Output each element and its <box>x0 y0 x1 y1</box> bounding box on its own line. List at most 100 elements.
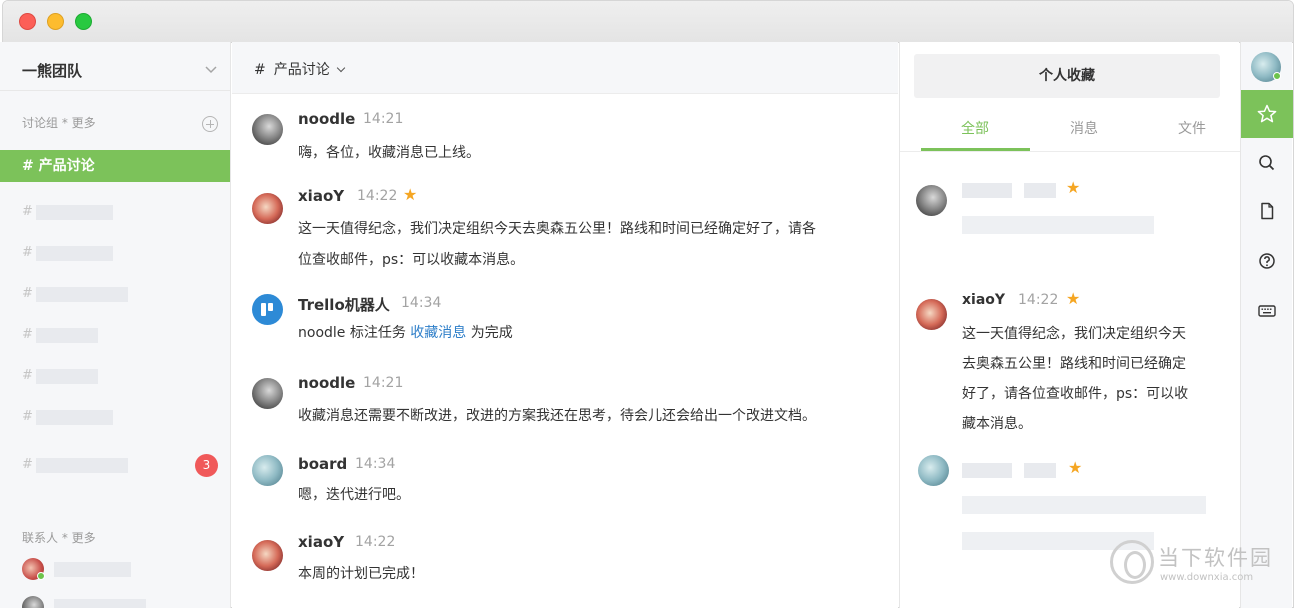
star-icon[interactable]: ★ <box>1066 178 1080 197</box>
placeholder-bar <box>962 183 1012 198</box>
channel-header: # 产品讨论 <box>232 42 898 94</box>
avatar[interactable] <box>916 299 947 330</box>
placeholder-bar <box>54 562 131 577</box>
hash-icon: # <box>22 327 33 342</box>
hash-icon: # <box>22 204 33 219</box>
close-window-button[interactable] <box>19 13 36 30</box>
favorite-time: 14:22 <box>1018 292 1059 308</box>
file-icon[interactable] <box>1257 201 1277 221</box>
tab-all[interactable]: 全部 <box>961 118 989 138</box>
unread-badge: 3 <box>195 454 218 477</box>
message-author[interactable]: Trello机器人 <box>298 294 390 315</box>
message-text-part: noodle 标注任务 <box>298 325 411 341</box>
favorites-panel: 个人收藏 全部 消息 文件 ★ xiaoY 14:22 ★ 这一天值得纪念，我们… <box>899 42 1240 608</box>
avatar[interactable] <box>252 540 283 571</box>
divider <box>900 151 1240 152</box>
message-text: 嗯，迭代进行吧。 <box>298 487 410 503</box>
favorites-rail-button[interactable] <box>1241 90 1293 138</box>
zoom-window-button[interactable] <box>75 13 92 30</box>
placeholder-bar <box>36 369 98 384</box>
right-rail <box>1240 42 1293 608</box>
message-time: 14:22 <box>357 188 398 204</box>
message-text: noodle 标注任务 收藏消息 为完成 <box>298 318 513 349</box>
favorite-text-line: 藏本消息。 <box>962 416 1032 432</box>
message-author[interactable]: xiaoY <box>298 533 344 551</box>
placeholder-bar <box>36 410 113 425</box>
message-text: 位查收邮件，ps：可以收藏本消息。 <box>298 252 525 268</box>
message-time: 14:21 <box>363 111 404 127</box>
groups-section-label[interactable]: 讨论组 * 更多 <box>22 114 96 131</box>
placeholder-bar <box>36 246 113 261</box>
favorite-author[interactable]: xiaoY <box>962 292 1005 308</box>
message-author[interactable]: noodle <box>298 110 355 128</box>
avatar[interactable] <box>916 185 947 216</box>
message-time: 14:34 <box>401 295 442 311</box>
sidebar: 一熊团队 讨论组 * 更多 # 产品讨论 # # # # # # # 3 联系人… <box>0 42 231 608</box>
hash-icon: # <box>22 368 33 383</box>
hash-icon: # <box>22 409 33 424</box>
favorite-text-line: 这一天值得纪念，我们决定组织今天 <box>962 326 1186 342</box>
favorite-text-line: 去奥森五公里！路线和时间已经确定 <box>962 356 1186 372</box>
placeholder-bar <box>36 287 128 302</box>
channel-title-text: 产品讨论 <box>273 62 330 78</box>
search-icon[interactable] <box>1257 153 1277 173</box>
star-icon[interactable]: ★ <box>403 185 417 204</box>
message-text: 这一天值得纪念，我们决定组织今天去奥森五公里！路线和时间已经确定好了，请各 <box>298 221 816 237</box>
placeholder-bar <box>1024 463 1056 478</box>
avatar[interactable] <box>252 193 283 224</box>
message-time: 14:22 <box>355 534 396 550</box>
placeholder-bar <box>1024 183 1056 198</box>
message-time: 14:34 <box>355 456 396 472</box>
hash-icon: # <box>22 457 33 472</box>
team-name[interactable]: 一熊团队 <box>22 60 82 81</box>
chevron-down-icon[interactable] <box>204 62 218 76</box>
placeholder-bar <box>36 458 128 473</box>
message-text: 收藏消息还需要不断改进，改进的方案我还在思考，待会儿还会给出一个改进文档。 <box>298 408 816 424</box>
avatar[interactable] <box>22 596 44 608</box>
trello-icon <box>261 303 274 316</box>
watermark-logo <box>1110 540 1154 584</box>
channel-title[interactable]: # 产品讨论 <box>254 59 345 79</box>
message-author[interactable]: xiaoY <box>298 187 344 205</box>
favorites-title-button[interactable]: 个人收藏 <box>914 54 1220 98</box>
star-icon[interactable]: ★ <box>1068 458 1082 477</box>
placeholder-bar <box>36 328 98 343</box>
help-icon[interactable] <box>1257 251 1277 271</box>
avatar[interactable] <box>252 455 283 486</box>
contacts-section-label[interactable]: 联系人 * 更多 <box>22 529 96 546</box>
sidebar-item-product-discussion[interactable]: # 产品讨论 <box>0 150 230 182</box>
online-status-dot <box>37 572 45 580</box>
avatar[interactable] <box>918 455 949 486</box>
chat-panel: # 产品讨论 noodle 14:21 嗨，各位，收藏消息已上线。 xiaoY 1… <box>232 42 898 608</box>
hash-icon: # <box>22 245 33 260</box>
watermark-text: 当下软件园 <box>1158 546 1273 570</box>
chevron-down-icon[interactable] <box>336 63 345 73</box>
minimize-window-button[interactable] <box>47 13 64 30</box>
task-link[interactable]: 收藏消息 <box>410 325 466 341</box>
placeholder-line <box>962 496 1206 514</box>
star-icon[interactable]: ★ <box>1066 289 1080 308</box>
watermark-url: www.downxia.com <box>1160 572 1254 583</box>
message-text-part: 为完成 <box>466 325 513 341</box>
message-author[interactable]: board <box>298 455 347 473</box>
avatar[interactable] <box>252 114 283 145</box>
add-group-icon[interactable] <box>202 116 218 132</box>
tab-files[interactable]: 文件 <box>1178 118 1206 138</box>
hash-icon: # <box>22 286 33 301</box>
hash-icon: # <box>254 62 266 78</box>
online-status-dot <box>1273 72 1281 80</box>
divider <box>0 90 230 91</box>
star-icon <box>1257 104 1277 123</box>
placeholder-line <box>962 216 1154 234</box>
keyboard-icon[interactable] <box>1257 301 1277 321</box>
message-text: 嗨，各位，收藏消息已上线。 <box>298 145 480 161</box>
message-text: 本周的计划已完成！ <box>298 566 424 582</box>
message-author[interactable]: noodle <box>298 374 355 392</box>
tab-messages[interactable]: 消息 <box>1070 118 1098 138</box>
placeholder-bar <box>962 463 1012 478</box>
message-time: 14:21 <box>363 375 404 391</box>
favorite-text-line: 好了，请各位查收邮件，ps：可以收 <box>962 386 1189 402</box>
avatar[interactable] <box>252 378 283 409</box>
title-bar <box>3 1 1293 43</box>
trello-bot-avatar[interactable] <box>252 294 283 325</box>
